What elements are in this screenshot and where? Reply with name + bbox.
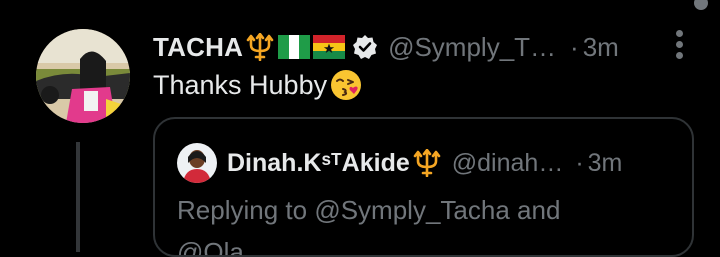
display-name[interactable]: TACHA xyxy=(153,32,243,63)
quoted-avatar[interactable] xyxy=(177,143,217,183)
quoted-handle[interactable]: @dinah… xyxy=(452,149,564,178)
separator-dot: · xyxy=(570,31,579,62)
replying-prefix: Replying to xyxy=(177,195,315,225)
replying-to-line-2[interactable]: @Ola... xyxy=(177,237,266,255)
replying-to-line: Replying to @Symply_Tacha and xyxy=(177,195,560,226)
name-emojis xyxy=(245,33,348,61)
quoted-timestamp[interactable]: 3m xyxy=(588,149,623,178)
more-options-icon[interactable] xyxy=(672,30,686,64)
tweet-text: Thanks Hubby xyxy=(153,68,363,102)
thread-line xyxy=(76,142,80,252)
replying-mention-link[interactable]: @Symply_Tacha xyxy=(314,195,509,225)
replying-suffix: and xyxy=(509,195,561,225)
previous-tweet-menu-dot xyxy=(694,0,708,10)
verified-badge-icon xyxy=(352,34,378,60)
tweet-header: TACHA @Symply_T… · 3m xyxy=(153,28,619,66)
ghana-flag-emoji xyxy=(313,35,346,59)
kissing-face-emoji xyxy=(331,70,362,100)
quoted-display-name[interactable]: Dinah.KˢᵀAkide xyxy=(227,149,410,178)
timestamp[interactable]: 3m xyxy=(583,32,619,63)
avatar[interactable] xyxy=(36,29,130,123)
tweet[interactable]: TACHA @Symply_T… · 3m Thanks Hubby Dinah… xyxy=(0,0,720,257)
trident-emoji xyxy=(246,33,274,61)
trident-emoji xyxy=(413,149,441,177)
handle[interactable]: @Symply_T… xyxy=(388,32,556,63)
quoted-tweet-header: Dinah.KˢᵀAkide @dinah… · 3m xyxy=(177,143,622,183)
tweet-text-content: Thanks Hubby xyxy=(153,69,328,100)
quoted-separator-dot: · xyxy=(575,148,584,177)
quoted-tweet-card[interactable]: Dinah.KˢᵀAkide @dinah… · 3m Replying to … xyxy=(153,117,694,257)
nigeria-flag-emoji xyxy=(278,35,311,59)
